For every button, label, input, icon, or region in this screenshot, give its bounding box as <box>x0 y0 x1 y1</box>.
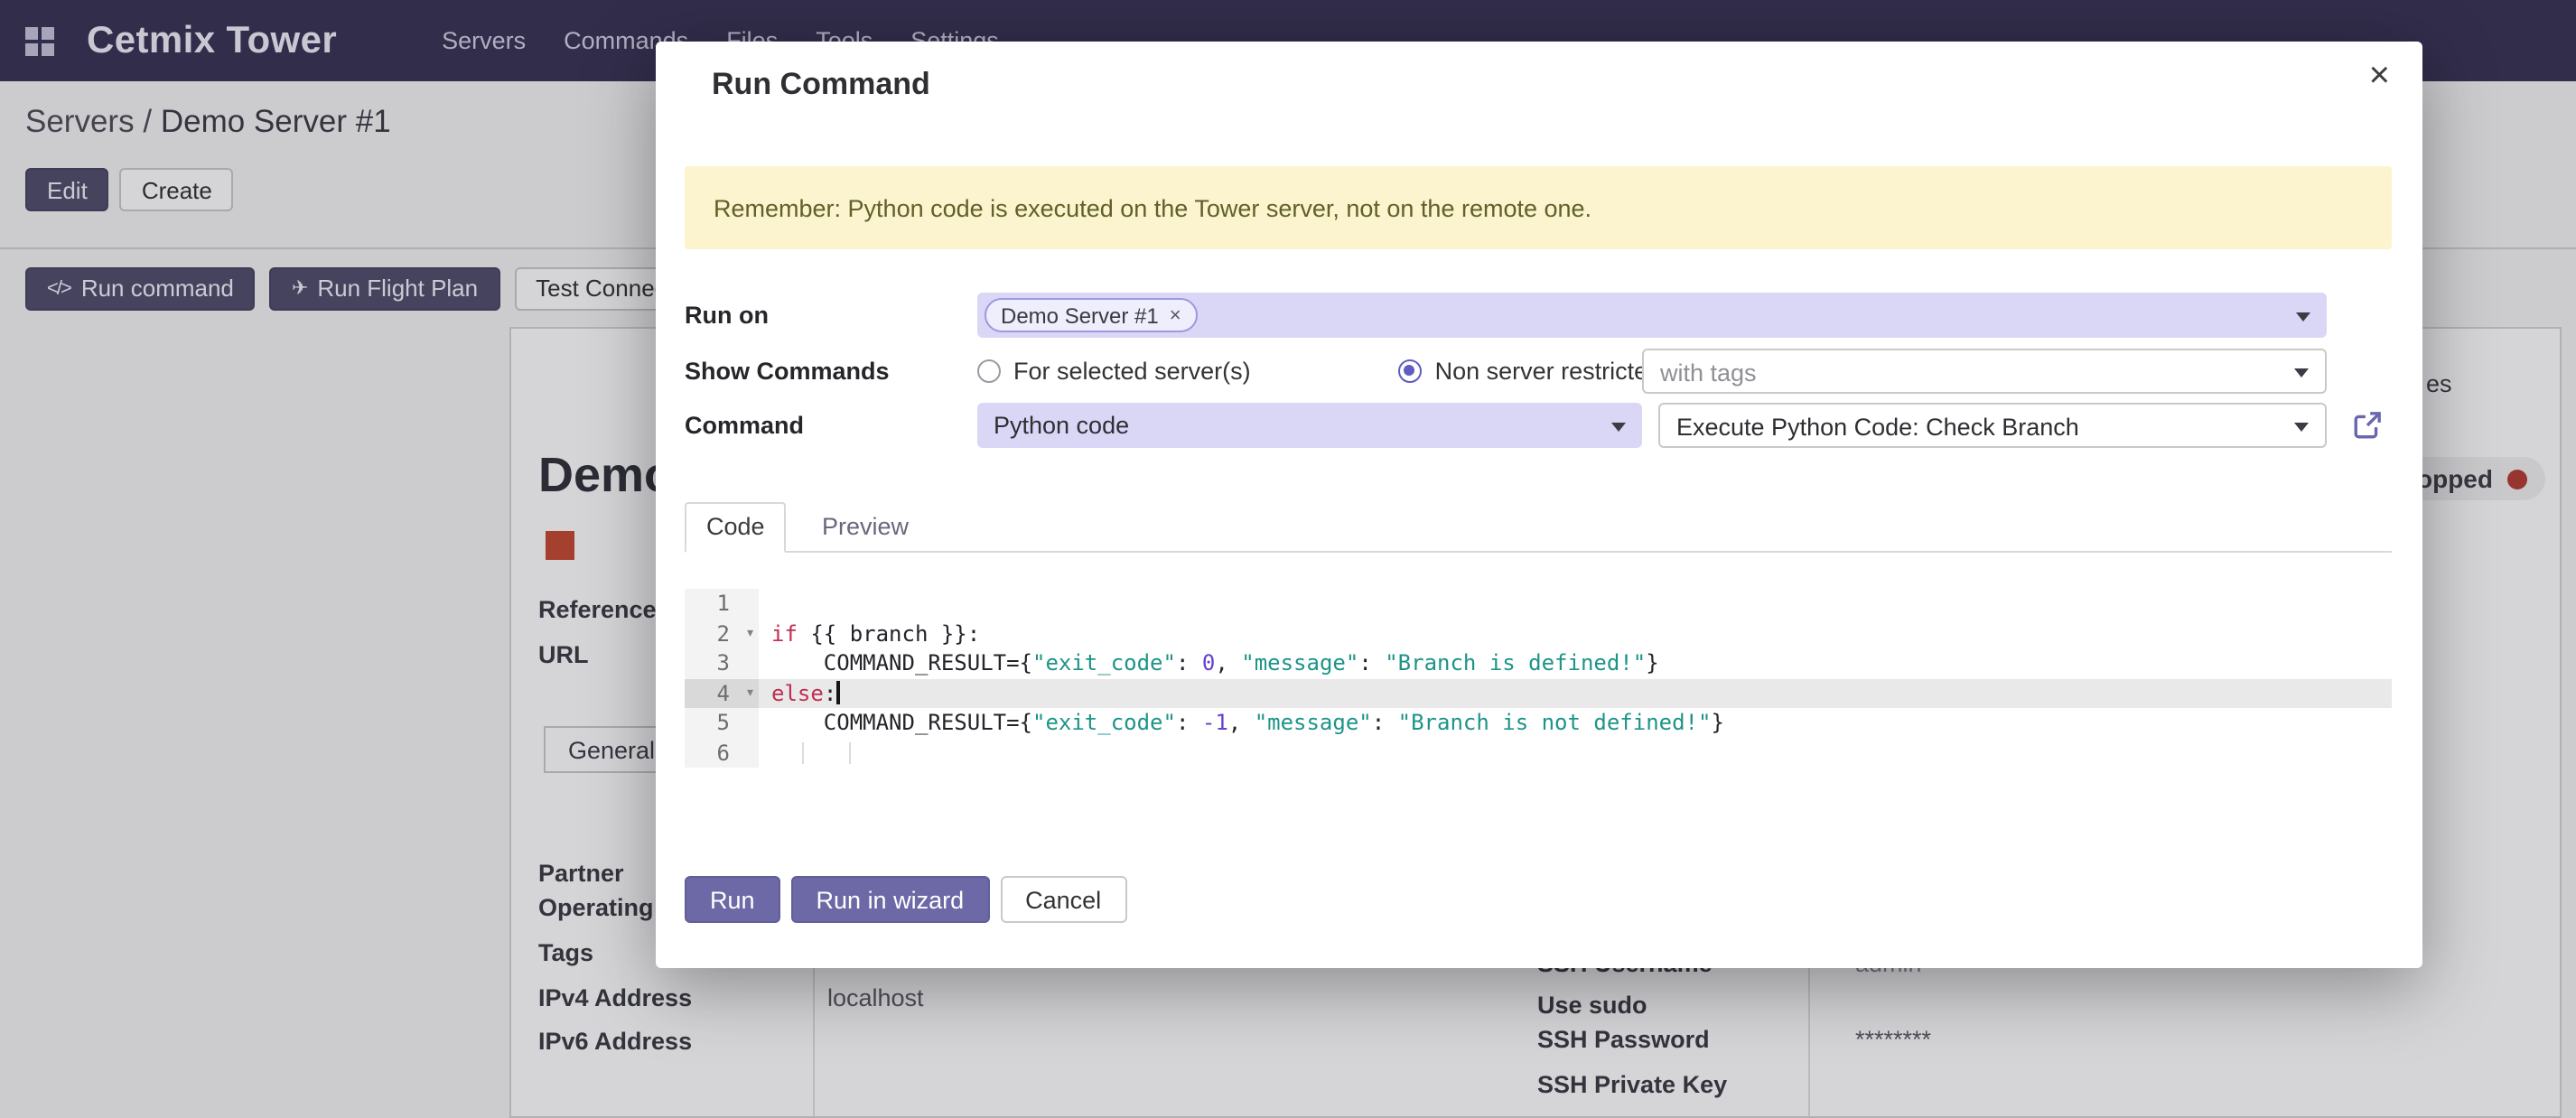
command-value: Execute Python Code: Check Branch <box>1676 414 2079 441</box>
token-pl: , <box>1228 710 1255 735</box>
token-str: "Branch is defined!" <box>1385 650 1646 675</box>
screen: Cetmix Tower ServersCommandsFilesToolsSe… <box>0 0 2576 1118</box>
token-pl: } <box>1646 650 1658 675</box>
code-line-3[interactable]: COMMAND_RESULT={"exit_code": 0, "message… <box>759 648 2392 678</box>
cancel-button[interactable]: Cancel <box>1000 876 1126 923</box>
gutter-line-4[interactable]: 4▾ <box>685 678 759 708</box>
modal-title: Run Command <box>712 67 930 103</box>
command-type-value: Python code <box>994 412 1129 439</box>
gutter-line-3[interactable]: 3 <box>685 648 759 678</box>
editor-gutter: 12▾34▾56 <box>685 589 759 768</box>
indent-guide <box>802 741 804 763</box>
alert-text: Remember: Python code is executed on the… <box>714 194 1591 221</box>
indent-guide <box>849 741 851 763</box>
line-number: 2 <box>717 620 730 646</box>
code-line-1[interactable] <box>759 589 2392 619</box>
editor-code-area[interactable]: if {{ branch }}: COMMAND_RESULT={"exit_c… <box>759 589 2392 768</box>
run-button[interactable]: Run <box>685 876 780 923</box>
fold-arrow-icon[interactable]: ▾ <box>745 678 755 708</box>
token-pl: , <box>1215 650 1241 675</box>
radio-for-selected-servers-label[interactable]: For selected server(s) <box>1013 358 1251 385</box>
python-warning-alert: Remember: Python code is executed on the… <box>685 166 2392 249</box>
token-pl: } <box>1711 710 1723 735</box>
token-num: 0 <box>1202 650 1215 675</box>
code-line-5[interactable]: COMMAND_RESULT={"exit_code": -1, "messag… <box>759 708 2392 738</box>
code-editor[interactable]: 12▾34▾56 if {{ branch }}: COMMAND_RESULT… <box>685 589 2392 768</box>
chevron-down-icon[interactable] <box>2296 312 2310 321</box>
token-pl: COMMAND_RESULT={ <box>771 650 1032 675</box>
with-tags-select[interactable]: with tags <box>1642 349 2327 394</box>
chevron-down-icon[interactable] <box>2294 368 2309 377</box>
gutter-line-5[interactable]: 5 <box>685 708 759 738</box>
line-number: 3 <box>717 650 730 675</box>
code-line-2[interactable]: if {{ branch }}: <box>759 619 2392 648</box>
token-str: "Branch is not defined!" <box>1398 710 1712 735</box>
token-str: "message" <box>1241 650 1358 675</box>
run-on-label: Run on <box>685 293 769 338</box>
token-kw: if <box>771 620 798 646</box>
line-number: 6 <box>717 740 730 765</box>
command-select[interactable]: Execute Python Code: Check Branch <box>1658 403 2327 448</box>
fold-arrow-icon[interactable]: ▾ <box>745 619 755 648</box>
command-label: Command <box>685 403 804 448</box>
line-number: 5 <box>717 710 730 735</box>
line-number: 4 <box>717 680 730 705</box>
radio-for-selected-servers[interactable] <box>977 359 1001 383</box>
modal-footer: Run Run in wizard Cancel <box>685 876 1126 923</box>
command-type-select[interactable]: Python code <box>977 403 1642 448</box>
with-tags-placeholder: with tags <box>1660 359 1757 387</box>
text-cursor <box>836 680 839 703</box>
external-link-icon[interactable] <box>2352 410 2383 441</box>
tab-preview[interactable]: Preview <box>807 502 923 551</box>
chevron-down-icon[interactable] <box>1611 422 1626 431</box>
token-kw: else <box>771 680 824 705</box>
run-in-wizard-button[interactable]: Run in wizard <box>791 876 990 923</box>
token-pl: : <box>1358 650 1385 675</box>
tabs-underline <box>685 551 2392 553</box>
code-line-4[interactable]: else: <box>759 678 2392 708</box>
server-tag-label: Demo Server #1 <box>1001 303 1159 328</box>
radio-non-server-restricted-label[interactable]: Non server restricted <box>1435 358 1662 385</box>
token-str: "exit_code" <box>1032 710 1176 735</box>
token-str: "exit_code" <box>1032 650 1176 675</box>
close-icon[interactable]: × <box>2369 58 2390 94</box>
token-str: "message" <box>1255 710 1372 735</box>
token-pl: : <box>824 680 836 705</box>
run-command-modal: Run Command × Remember: Python code is e… <box>656 42 2422 968</box>
code-line-6[interactable] <box>759 738 2392 768</box>
server-tag: Demo Server #1 × <box>985 298 1198 332</box>
show-commands-label: Show Commands <box>685 349 890 394</box>
gutter-line-1[interactable]: 1 <box>685 589 759 619</box>
token-pl: {{ branch }}: <box>798 620 980 646</box>
chevron-down-icon[interactable] <box>2294 422 2309 431</box>
token-pl: : <box>1372 710 1398 735</box>
token-pl: COMMAND_RESULT={ <box>771 710 1032 735</box>
show-commands-options: For selected server(s) Non server restri… <box>977 349 1661 394</box>
token-pl: : <box>1176 710 1202 735</box>
token-num: -1 <box>1202 710 1228 735</box>
token-pl: : <box>1176 650 1202 675</box>
gutter-line-2[interactable]: 2▾ <box>685 619 759 648</box>
remove-tag-icon[interactable]: × <box>1170 304 1181 326</box>
gutter-line-6[interactable]: 6 <box>685 738 759 768</box>
line-number: 1 <box>717 591 730 616</box>
run-on-field[interactable]: Demo Server #1 × <box>977 293 2327 338</box>
radio-non-server-restricted[interactable] <box>1399 359 1423 383</box>
tab-code[interactable]: Code <box>685 502 787 553</box>
